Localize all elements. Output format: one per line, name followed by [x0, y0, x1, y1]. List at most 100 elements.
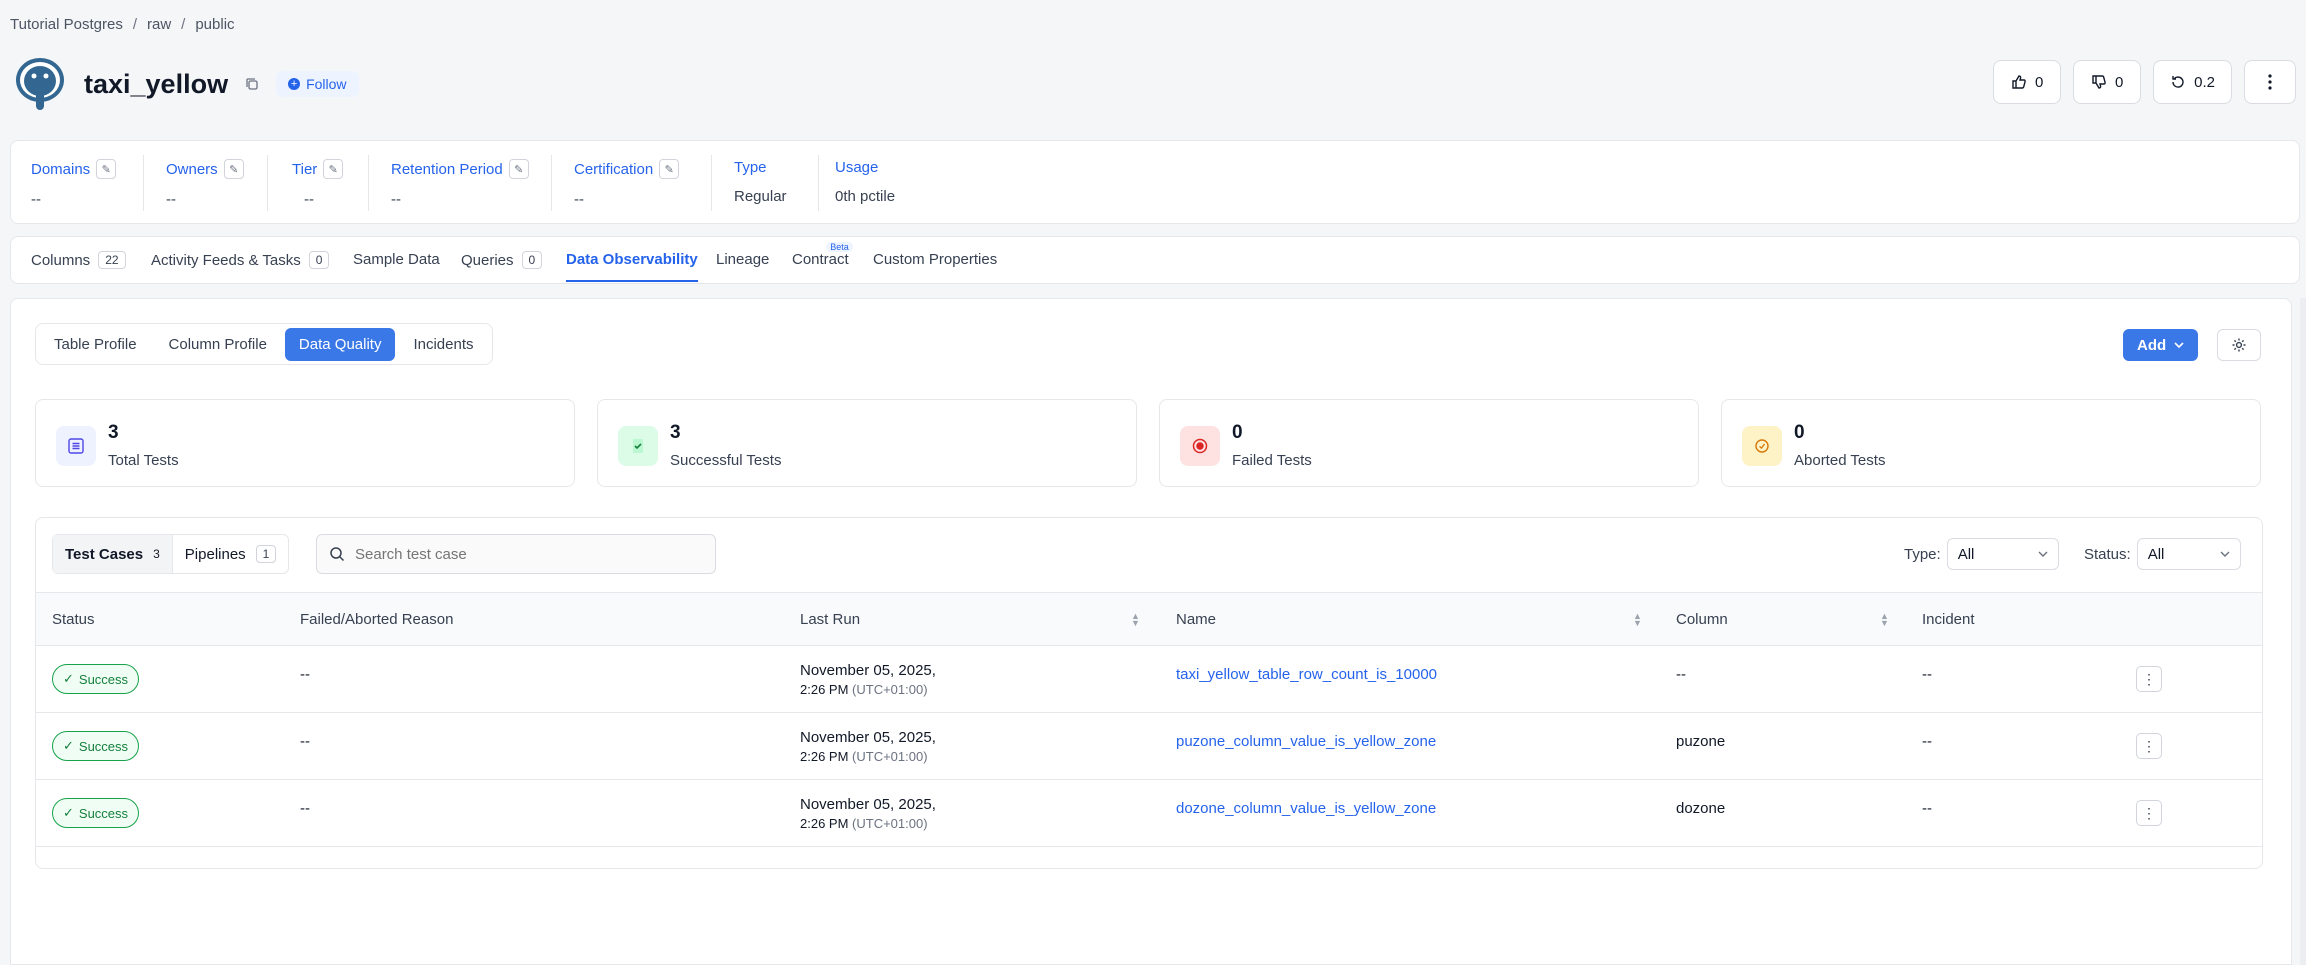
last-run-time: 2:26 PM (UTC+01:00) [800, 682, 928, 697]
tab-lineage[interactable]: Lineage [716, 251, 769, 268]
type-select-value: All [1957, 545, 1975, 563]
tab-columns[interactable]: Columns 22 [31, 251, 126, 269]
tab-activity-feeds[interactable]: Activity Feeds & Tasks 0 [151, 251, 330, 269]
page-title: taxi_yellow [84, 68, 229, 99]
timezone: (UTC+01:00) [852, 816, 928, 831]
sort-icon[interactable]: ▲ ▼ [1880, 612, 1889, 628]
column-cell: -- [1676, 666, 1686, 683]
row-actions-button[interactable]: ⋮ [2136, 733, 2162, 759]
status-select[interactable]: All [2136, 538, 2241, 570]
entity-tabs: Columns 22 Activity Feeds & Tasks 0 Samp… [10, 236, 2300, 284]
meta-certification: Certification ✎ -- [574, 159, 680, 208]
metadata-bar: Domains ✎ -- Owners ✎ -- Tier ✎ -- Retentio… [10, 140, 2300, 224]
tab-lineage-label: Lineage [716, 251, 770, 268]
edit-icon[interactable]: ✎ [659, 159, 680, 179]
add-button[interactable]: Add [2123, 329, 2199, 361]
test-cases-count: 3 [153, 547, 160, 561]
last-run-date: November 05, 2025, [800, 662, 936, 679]
tab-observability-label: Data Observability [566, 251, 698, 268]
header-last-run[interactable]: Last Run [800, 611, 860, 628]
version-button[interactable]: 0.2 [2153, 60, 2232, 104]
breadcrumb-item-service[interactable]: Tutorial Postgres [10, 16, 123, 33]
header-column[interactable]: Column [1676, 611, 1728, 628]
scrollbar[interactable] [2300, 298, 2306, 965]
meta-retention-label: Retention Period [391, 160, 503, 178]
header-reason: Failed/Aborted Reason [300, 611, 454, 628]
failed-target-icon [1180, 426, 1220, 466]
meta-usage-value: 0th pctile [835, 188, 896, 205]
meta-owners-value: -- [166, 191, 176, 208]
pipelines-count: 1 [255, 545, 277, 563]
type-filter: Type: All [1904, 538, 2059, 570]
incident-cell: -- [1922, 666, 1932, 683]
stat-aborted-tests: 0 Aborted Tests [1721, 399, 2261, 487]
chevron-down-icon [2220, 551, 2230, 557]
edit-icon[interactable]: ✎ [223, 159, 244, 179]
table-row: ✓ Success -- November 05, 2025, 2:26 PM (… [36, 646, 2262, 713]
divider [267, 155, 268, 211]
tab-queries[interactable]: Queries 0 [461, 251, 543, 269]
status-filter-label: Status: [2084, 545, 2131, 563]
sort-icon[interactable]: ▲ ▼ [1633, 612, 1642, 628]
meta-retention: Retention Period ✎ -- [391, 159, 529, 208]
type-filter-label: Type: [1904, 545, 1941, 563]
sort-icon[interactable]: ▲ ▼ [1131, 612, 1140, 628]
edit-icon[interactable]: ✎ [323, 159, 344, 179]
test-case-link[interactable]: taxi_yellow_table_row_count_is_10000 [1176, 666, 1437, 683]
header-actions: 0 0 0.2 [1993, 60, 2296, 104]
data-observability-panel: Table Profile Column Profile Data Qualit… [10, 298, 2292, 965]
toggle-test-cases[interactable]: Test Cases 3 [53, 535, 172, 573]
version-number: 0.2 [2194, 73, 2215, 91]
tab-queries-label: Queries [461, 251, 514, 269]
settings-button[interactable] [2217, 329, 2261, 361]
toggle-pipelines[interactable]: Pipelines 1 [171, 535, 289, 573]
test-cases-toggle: Test Cases 3 Pipelines 1 [52, 534, 290, 574]
test-case-link[interactable]: dozone_column_value_is_yellow_zone [1176, 800, 1436, 817]
subtab-data-quality[interactable]: Data Quality [284, 327, 396, 361]
upvote-button[interactable]: 0 [1993, 60, 2062, 104]
gear-icon [2232, 338, 2246, 352]
tab-contract[interactable]: Contract Beta [792, 242, 853, 268]
breadcrumb-item-schema[interactable]: public [195, 16, 234, 33]
last-run-time: 2:26 PM (UTC+01:00) [800, 749, 928, 764]
divider [368, 155, 369, 211]
row-actions-button[interactable]: ⋮ [2136, 666, 2162, 692]
divider [711, 155, 712, 211]
more-options-button[interactable] [2244, 60, 2296, 104]
test-case-link[interactable]: puzone_column_value_is_yellow_zone [1176, 733, 1436, 750]
search-input[interactable] [355, 545, 695, 563]
tab-data-observability[interactable]: Data Observability [566, 251, 698, 282]
column-cell: puzone [1676, 733, 1726, 750]
copy-icon[interactable] [242, 74, 262, 94]
edit-icon[interactable]: ✎ [508, 159, 529, 179]
tab-activity-count: 0 [308, 251, 330, 269]
type-select[interactable]: All [1946, 538, 2059, 570]
status-badge: ✓ Success [52, 798, 140, 828]
meta-tier-label: Tier [292, 160, 318, 178]
meta-domains: Domains ✎ -- [31, 159, 117, 208]
edit-icon[interactable]: ✎ [96, 159, 117, 179]
row-actions-button[interactable]: ⋮ [2136, 800, 2162, 826]
header-name[interactable]: Name [1176, 611, 1216, 628]
reason-cell: -- [300, 800, 310, 817]
subtab-incidents[interactable]: Incidents [399, 328, 487, 361]
tab-queries-count: 0 [521, 251, 543, 269]
thumbs-down-icon [2092, 75, 2106, 89]
profiler-subtabs: Table Profile Column Profile Data Qualit… [35, 323, 493, 365]
breadcrumb-item-database[interactable]: raw [147, 16, 171, 33]
test-cases-panel: Test Cases 3 Pipelines 1 Type: All Statu… [35, 517, 2263, 869]
status-text: Success [78, 671, 129, 687]
subtab-column-profile[interactable]: Column Profile [155, 328, 281, 361]
tab-activity-label: Activity Feeds & Tasks [151, 251, 301, 269]
last-run-time-value: 2:26 PM [800, 816, 849, 831]
postgres-logo-icon [16, 58, 64, 110]
status-badge: ✓ Success [52, 664, 140, 694]
subtab-table-profile[interactable]: Table Profile [40, 328, 151, 361]
follow-button[interactable]: + Follow [276, 71, 359, 97]
downvote-button[interactable]: 0 [2073, 60, 2142, 104]
stat-failed-label: Failed Tests [1232, 452, 1312, 469]
tab-sample-data[interactable]: Sample Data [353, 251, 440, 268]
last-run-date: November 05, 2025, [800, 796, 936, 813]
tab-custom-properties[interactable]: Custom Properties [873, 251, 997, 268]
list-icon [56, 426, 96, 466]
